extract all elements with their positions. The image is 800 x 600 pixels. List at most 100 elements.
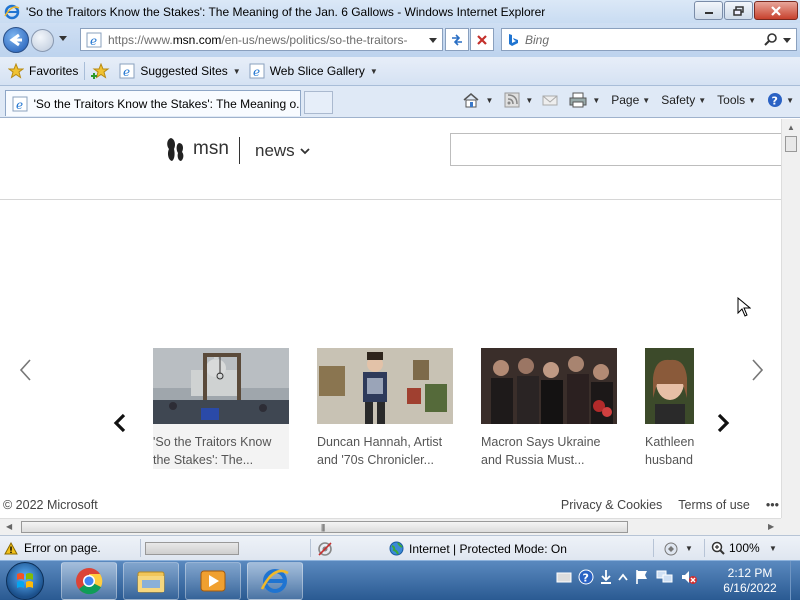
chevron-down-icon[interactable]: ▼ (769, 544, 777, 553)
restore-button[interactable] (724, 1, 753, 20)
help-menu[interactable]: ? ▼ (767, 92, 794, 108)
page-menu-label: Page (611, 93, 640, 107)
msn-logo[interactable]: msn (165, 135, 229, 163)
terms-link[interactable]: Terms of use (678, 498, 750, 512)
vertical-scroll-thumb[interactable] (785, 136, 797, 152)
compatibility-button[interactable] (445, 28, 469, 51)
news-section-label: news (255, 141, 295, 160)
page-ie-icon: e (119, 63, 135, 79)
new-tab-button[interactable] (304, 91, 333, 114)
chevron-down-icon[interactable]: ▼ (485, 96, 493, 105)
zoom-level-button[interactable]: 100% (711, 541, 760, 555)
carousel-next-icon[interactable] (715, 413, 731, 433)
chevron-down-icon[interactable]: ▼ (525, 96, 533, 105)
page-menu[interactable]: Page ▼ (611, 93, 650, 107)
favorites-bar: Favorites e Suggested Sites ▼ e Web Slic… (0, 57, 800, 86)
svg-text:e: e (90, 34, 97, 48)
tools-menu[interactable]: Tools ▼ (717, 93, 756, 107)
portrait-photo (645, 348, 694, 424)
news-card[interactable]: Macron Says Ukraine and Russia Must... (481, 348, 617, 469)
security-zone[interactable]: Internet | Protected Mode: On (389, 541, 567, 556)
chevron-down-icon[interactable]: ▼ (685, 544, 693, 553)
forward-button[interactable] (31, 29, 54, 52)
show-hidden-icons-icon[interactable] (618, 572, 628, 582)
address-input[interactable]: e https://www.msn.com/en-us/news/politic… (80, 28, 443, 51)
carousel-prev-icon[interactable] (112, 413, 128, 433)
security-zone-text: Internet | Protected Mode: On (409, 541, 567, 556)
close-button[interactable] (754, 1, 798, 20)
show-desktop-button[interactable] (790, 561, 800, 600)
privacy-link[interactable]: Privacy & Cookies (561, 498, 662, 512)
help-tray-icon[interactable]: ? (578, 569, 594, 585)
horizontal-scrollbar[interactable]: ◀ ||| ▶ (0, 518, 781, 535)
back-button[interactable] (3, 27, 29, 53)
taskbar-media-player-button[interactable] (185, 562, 241, 600)
help-icon: ? (768, 93, 783, 108)
volume-muted-icon[interactable] (680, 569, 698, 585)
status-separator (653, 539, 654, 557)
chevron-down-icon[interactable]: ▼ (592, 96, 600, 105)
feeds-icon[interactable] (504, 92, 520, 108)
carousel-prev-large-icon[interactable] (18, 358, 34, 382)
windows-logo-icon (17, 573, 33, 588)
msn-search-input[interactable] (450, 133, 781, 166)
taskbar-ie-button[interactable] (247, 562, 303, 600)
safety-menu[interactable]: Safety ▼ (661, 93, 706, 107)
address-bar: e https://www.msn.com/en-us/news/politic… (0, 23, 800, 57)
url-domain: msn.com (172, 32, 222, 47)
svg-text:e: e (253, 65, 260, 79)
stop-button[interactable] (470, 28, 494, 51)
news-card[interactable]: 'So the Traitors Know the Stakes': The..… (153, 348, 289, 469)
tools-menu-label: Tools (717, 93, 746, 107)
start-button[interactable] (6, 562, 44, 600)
chevron-down-icon: ▼ (698, 95, 707, 105)
tab-title: 'So the Traitors Know the Stakes': The M… (33, 96, 300, 111)
favorites-button[interactable]: Favorites (8, 63, 78, 79)
scroll-left-icon[interactable]: ◀ (6, 522, 12, 531)
card-caption: Macron Says Ukraine and Russia Must... (481, 435, 601, 467)
msn-butterfly-icon (167, 138, 184, 161)
news-card[interactable]: Kathleen husband (645, 348, 694, 469)
suggested-sites-button[interactable]: e Suggested Sites ▼ (119, 63, 241, 79)
horizontal-scroll-thumb[interactable]: ||| (21, 521, 628, 533)
taskbar-explorer-button[interactable] (123, 562, 179, 600)
carousel-next-large-icon[interactable] (749, 358, 765, 382)
folder-icon (137, 571, 165, 593)
add-favorites-icon[interactable] (91, 63, 111, 79)
stop-x-icon (477, 34, 487, 45)
url-prefix: https://www. (108, 32, 173, 47)
taskbar-clock[interactable]: 2:12 PM 6/16/2022 (718, 566, 782, 596)
web-slice-gallery-label: Web Slice Gallery (269, 64, 365, 78)
page-error-indicator[interactable]: Error on page. (4, 541, 101, 555)
more-options-button[interactable]: ••• (766, 498, 779, 512)
download-tray-icon[interactable] (600, 569, 612, 585)
star-icon (8, 63, 24, 79)
print-icon[interactable] (569, 92, 587, 108)
address-dropdown-icon[interactable] (428, 37, 438, 45)
scroll-right-icon[interactable]: ▶ (768, 522, 774, 531)
recent-pages-dropdown-icon[interactable] (58, 35, 68, 43)
search-dropdown-icon[interactable] (782, 37, 792, 45)
tab-active[interactable]: e 'So the Traitors Know the Stakes': The… (5, 90, 301, 116)
search-placeholder: Bing (525, 32, 550, 47)
vertical-scrollbar[interactable]: ▲ (781, 119, 800, 518)
taskbar-chrome-button[interactable] (61, 562, 117, 600)
minimize-button[interactable] (694, 1, 723, 20)
action-center-flag-icon[interactable] (634, 569, 650, 585)
home-icon[interactable] (462, 92, 480, 108)
news-card[interactable]: Duncan Hannah, Artist and '70s Chronicle… (317, 348, 453, 469)
bing-search-input[interactable]: Bing (501, 28, 797, 51)
network-icon[interactable] (656, 569, 674, 585)
clock-date: 6/16/2022 (723, 581, 777, 595)
scroll-up-icon[interactable]: ▲ (787, 123, 795, 132)
protected-mode-icon[interactable] (663, 541, 679, 557)
privacy-report-icon[interactable] (317, 541, 333, 557)
load-progress-bar (145, 542, 239, 555)
media-player-icon (200, 570, 226, 592)
artist-photo (317, 348, 453, 424)
keyboard-icon[interactable] (556, 571, 572, 583)
search-icon[interactable] (764, 33, 778, 47)
news-section-dropdown[interactable]: news (255, 141, 311, 161)
web-slice-gallery-button[interactable]: e Web Slice Gallery ▼ (249, 63, 378, 79)
read-mail-icon[interactable] (542, 93, 558, 107)
